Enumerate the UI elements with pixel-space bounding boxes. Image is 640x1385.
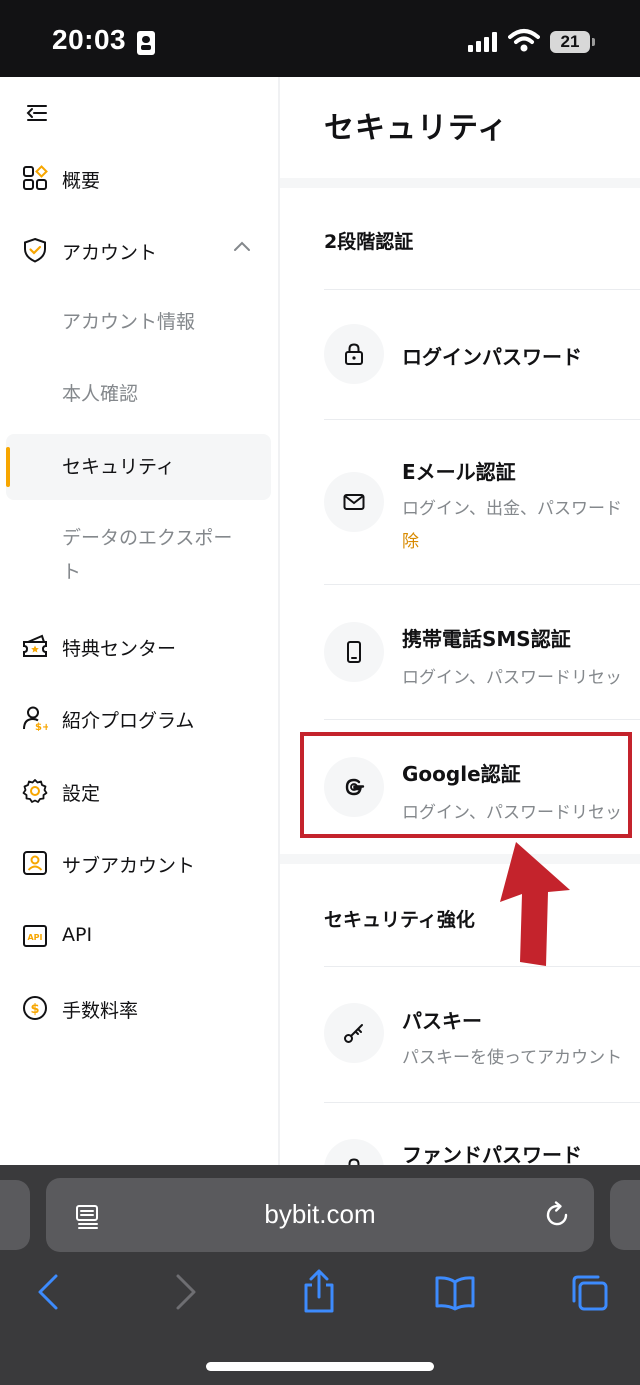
sidebar: 概要 アカウント アカウント情報 本人確認 セキュリティ データのエクスポー ト… (0, 77, 280, 1165)
sidebar-item-label: 特典センター (62, 638, 177, 660)
row-login-password[interactable]: ログインパスワード (280, 290, 640, 419)
lock-icon (324, 1139, 384, 1165)
user-plus-icon: $+ (23, 706, 48, 731)
sidebar-sub-security[interactable]: セキュリティ (6, 434, 271, 500)
section-separator (280, 854, 640, 864)
row-title: パスキー (402, 1009, 482, 1033)
row-description: パスキーを使ってアカウント (402, 1048, 623, 1068)
highlight-box (300, 732, 632, 838)
url-text: bybit.com (264, 1199, 376, 1229)
api-icon: API (23, 925, 47, 947)
sidebar-item-rewards-center[interactable]: 特典センター (0, 616, 278, 676)
svg-text:API: API (27, 933, 42, 942)
main-content: セキュリティ 2段階認証 ログインパスワード Eメール認証 ログイン、出金、パス… (280, 77, 640, 1165)
active-indicator (6, 447, 10, 487)
row-title: Eメール認証 (402, 460, 516, 484)
status-time: 20:03 (52, 24, 127, 55)
ticket-icon (23, 634, 47, 657)
row-passkey[interactable]: パスキー パスキーを使ってアカウント (280, 967, 640, 1102)
dollar-coin-icon: $ (23, 996, 47, 1020)
sidebar-item-settings[interactable]: 設定 (0, 761, 278, 821)
bookmarks-icon[interactable] (434, 1275, 476, 1311)
row-description-continued: 除 (402, 532, 419, 552)
collapse-menu-icon[interactable] (26, 103, 48, 123)
row-title: ログインパスワード (402, 345, 582, 369)
row-fund-password[interactable]: ファンドパスワード (280, 1103, 640, 1165)
page-title: セキュリティ (324, 111, 509, 146)
row-title: ファンドパスワード (402, 1143, 582, 1165)
tabs-icon[interactable] (570, 1273, 610, 1313)
sidebar-sub-label: 本人確認 (62, 383, 139, 405)
row-email-verification[interactable]: Eメール認証 ログイン、出金、パスワード 除 (280, 420, 640, 584)
wifi-icon (508, 29, 540, 52)
sidebar-item-subaccount[interactable]: サブアカウント (0, 833, 278, 893)
section-title-2fa: 2段階認証 (324, 231, 414, 253)
contact-card-icon (137, 31, 155, 55)
forward-icon[interactable] (174, 1272, 198, 1312)
reload-icon[interactable] (542, 1200, 572, 1230)
previous-tab-preview[interactable] (0, 1180, 30, 1250)
sidebar-item-fee-rates[interactable]: $ 手数料率 (0, 978, 278, 1038)
cellular-signal-icon (468, 32, 502, 52)
sidebar-sub-label: アカウント情報 (62, 311, 196, 333)
sidebar-item-overview[interactable]: 概要 (0, 148, 278, 208)
sidebar-item-label: 概要 (62, 170, 101, 192)
mail-icon (324, 472, 384, 532)
row-title: 携帯電話SMS認証 (402, 627, 571, 651)
battery-icon: 21 (550, 31, 595, 53)
sidebar-item-label: アカウント (62, 242, 158, 264)
id-card-icon (23, 851, 47, 875)
status-bar: 20:03 21 (0, 0, 640, 77)
sidebar-sub-label: ト (62, 561, 82, 583)
share-icon[interactable] (300, 1269, 338, 1315)
shield-check-icon (24, 237, 46, 263)
sidebar-item-label: 紹介プログラム (62, 710, 195, 732)
svg-text:$+: $+ (35, 722, 48, 731)
row-description: ログイン、パスワードリセッ (402, 668, 622, 688)
svg-text:$: $ (30, 1002, 39, 1017)
sidebar-item-label: 設定 (62, 783, 101, 805)
sidebar-item-label: API (62, 924, 93, 946)
lock-icon (324, 324, 384, 384)
section-separator (280, 178, 640, 188)
grid-icon (23, 165, 48, 190)
key-icon (324, 1003, 384, 1063)
back-icon[interactable] (36, 1272, 60, 1312)
sidebar-item-referral-program[interactable]: $+ 紹介プログラム (0, 688, 278, 748)
home-indicator (206, 1362, 434, 1371)
sidebar-sub-label: セキュリティ (62, 456, 175, 478)
chevron-up-icon[interactable] (233, 240, 251, 252)
sidebar-sub-label: データのエクスポー (62, 527, 233, 549)
next-tab-preview[interactable] (610, 1180, 640, 1250)
gear-icon (22, 779, 48, 803)
sidebar-item-label: 手数料率 (62, 1000, 139, 1022)
sidebar-item-label: サブアカウント (62, 855, 196, 877)
row-description: ログイン、出金、パスワード (402, 499, 622, 519)
section-title-security-enhance: セキュリティ強化 (324, 909, 475, 931)
browser-toolbar: bybit.com (0, 1165, 640, 1385)
sidebar-item-api[interactable]: API API (0, 906, 278, 966)
annotation-arrow-icon (500, 842, 570, 966)
address-bar[interactable]: bybit.com (46, 1178, 594, 1252)
row-sms-verification[interactable]: 携帯電話SMS認証 ログイン、パスワードリセッ (280, 585, 640, 719)
phone-icon (324, 622, 384, 682)
